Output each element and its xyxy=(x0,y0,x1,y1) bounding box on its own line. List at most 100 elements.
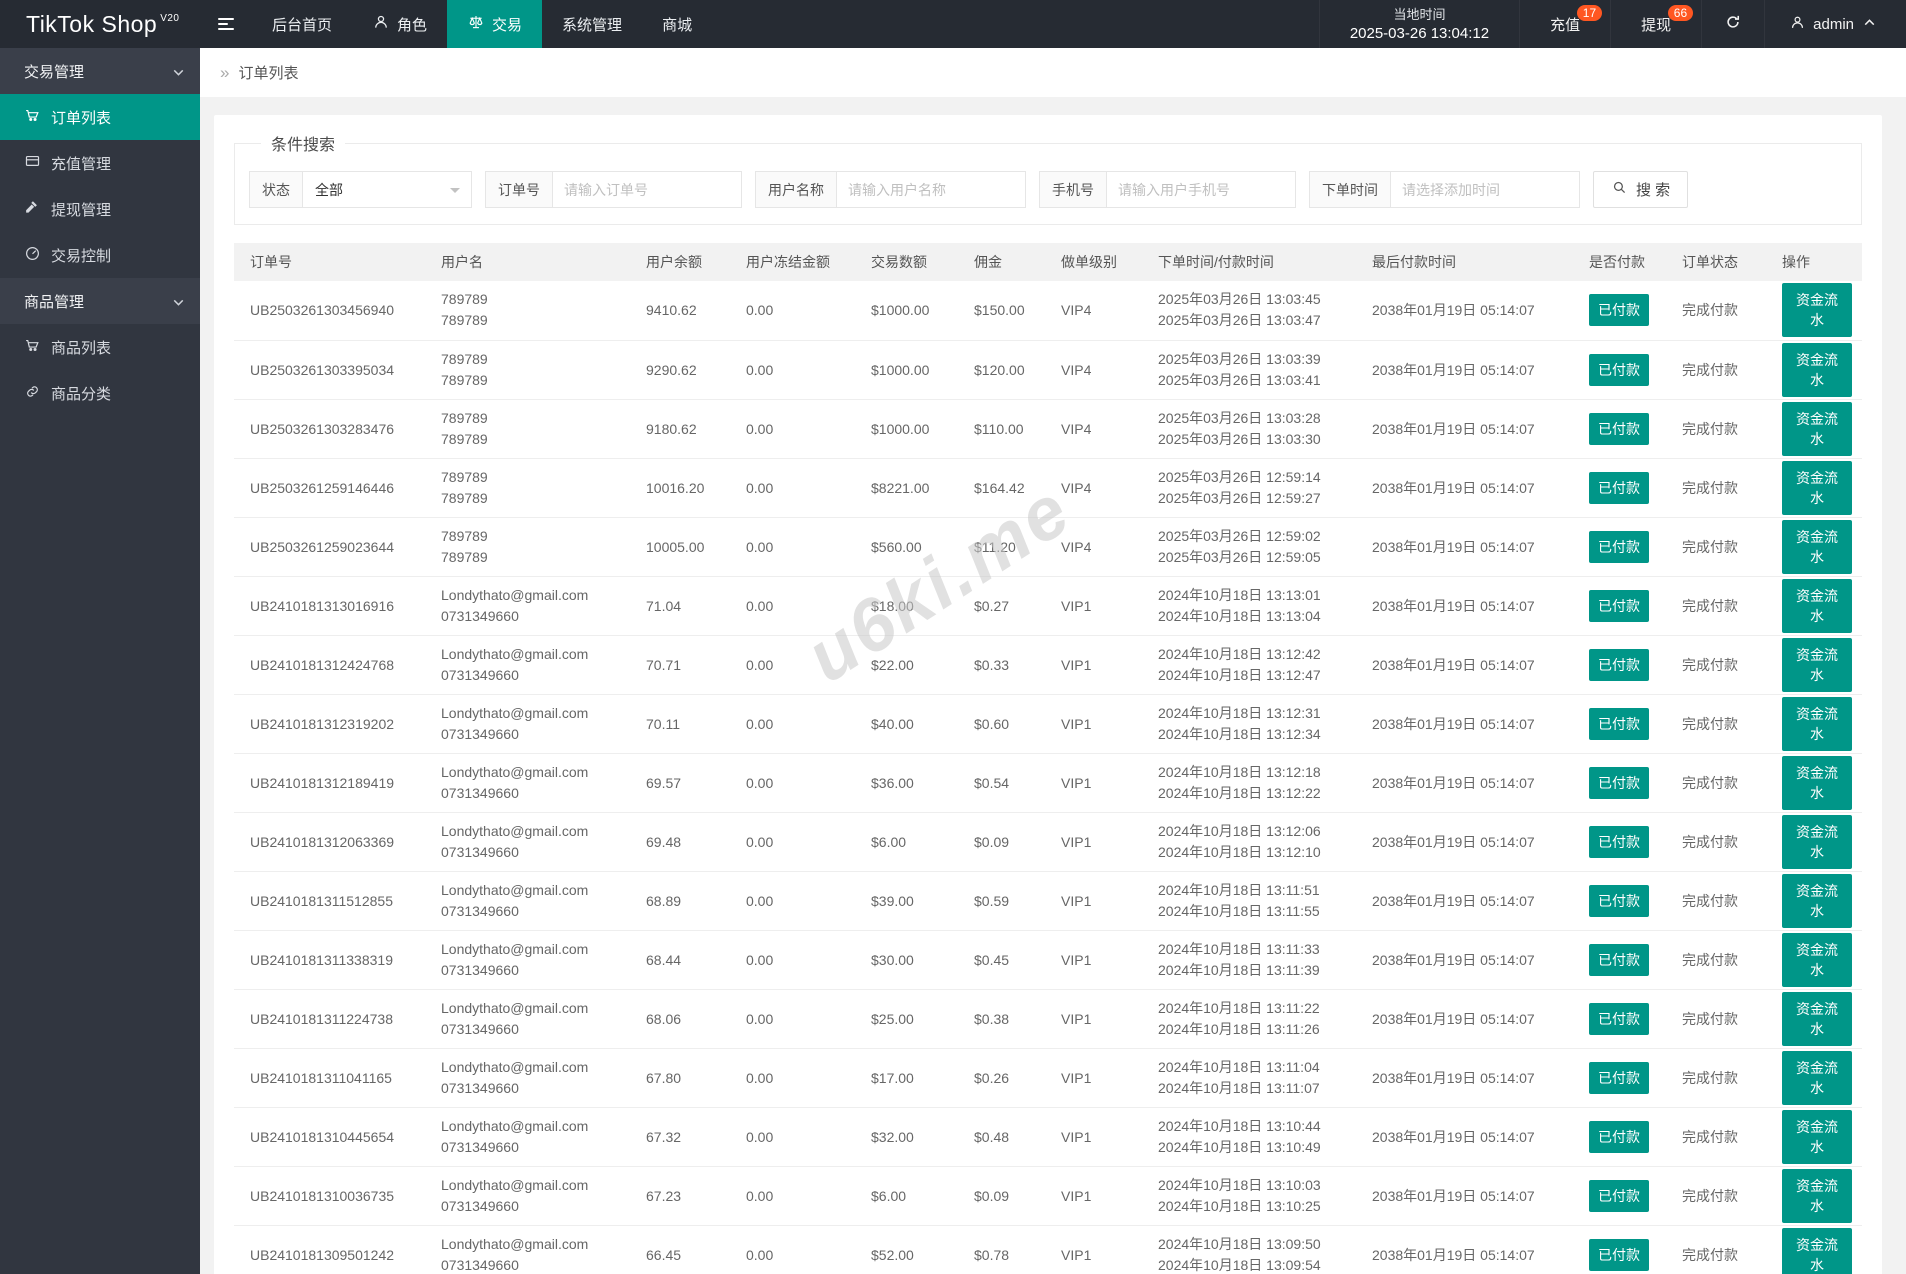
fund-flow-button[interactable]: 资金流水 xyxy=(1782,874,1852,928)
fund-flow-button[interactable]: 资金流水 xyxy=(1782,520,1852,574)
search-button[interactable]: 搜 索 xyxy=(1593,171,1688,208)
commission: $0.48 xyxy=(964,1107,1051,1166)
fund-flow-button[interactable]: 资金流水 xyxy=(1782,461,1852,515)
order-status: 完成付款 xyxy=(1672,458,1772,517)
vip-level: VIP4 xyxy=(1051,399,1148,458)
commission: $0.38 xyxy=(964,989,1051,1048)
user-menu[interactable]: admin xyxy=(1764,0,1906,48)
vip-level: VIP1 xyxy=(1051,871,1148,930)
recharge-button[interactable]: 充值 17 xyxy=(1519,0,1610,48)
gavel-icon xyxy=(24,199,41,220)
order-no: UB2503261259146446 xyxy=(234,458,431,517)
fund-flow-button[interactable]: 资金流水 xyxy=(1782,815,1852,869)
paid-badge: 已付款 xyxy=(1589,826,1649,858)
sidebar-group-trade-management[interactable]: 交易管理 xyxy=(0,48,200,94)
col-order-no: 订单号 xyxy=(234,243,431,281)
fund-flow-button[interactable]: 资金流水 xyxy=(1782,992,1852,1046)
order-no: UB2410181311512855 xyxy=(234,871,431,930)
user-frozen: 0.00 xyxy=(736,1225,861,1274)
col-level: 做单级别 xyxy=(1051,243,1148,281)
user-balance: 71.04 xyxy=(636,576,736,635)
order-no: UB2503261303395034 xyxy=(234,340,431,399)
vip-level: VIP1 xyxy=(1051,576,1148,635)
last-pay-time: 2038年01月19日 05:14:07 xyxy=(1362,1166,1579,1225)
fund-flow-button[interactable]: 资金流水 xyxy=(1782,1169,1852,1223)
fund-flow-button[interactable]: 资金流水 xyxy=(1782,1051,1852,1105)
fund-flow-button[interactable]: 资金流水 xyxy=(1782,343,1852,397)
recharge-count-badge: 17 xyxy=(1577,5,1602,21)
sidebar-item-product-list[interactable]: 商品列表 xyxy=(0,324,200,370)
commission: $0.59 xyxy=(964,871,1051,930)
user-name: Londythato@gmail.com0731349660 xyxy=(431,930,636,989)
sidebar-item-product-category[interactable]: 商品分类 xyxy=(0,370,200,416)
table-row: UB25032613032834767897897897899180.620.0… xyxy=(234,399,1862,458)
vip-level: VIP4 xyxy=(1051,281,1148,340)
refresh-button[interactable] xyxy=(1701,0,1764,48)
paid-badge: 已付款 xyxy=(1589,1062,1649,1094)
table-row: UB2410181310036735Londythato@gmail.com07… xyxy=(234,1166,1862,1225)
withdraw-button[interactable]: 提现 66 xyxy=(1610,0,1701,48)
sidebar-group-product-management[interactable]: 商品管理 xyxy=(0,278,200,324)
collapse-menu-icon[interactable] xyxy=(200,0,252,48)
fund-flow-button[interactable]: 资金流水 xyxy=(1782,402,1852,456)
sidebar-item-withdraw-management[interactable]: 提现管理 xyxy=(0,186,200,232)
fund-flow-button[interactable]: 资金流水 xyxy=(1782,933,1852,987)
last-pay-time: 2038年01月19日 05:14:07 xyxy=(1362,989,1579,1048)
paid-badge: 已付款 xyxy=(1589,590,1649,622)
vip-level: VIP1 xyxy=(1051,1166,1148,1225)
fund-flow-button[interactable]: 资金流水 xyxy=(1782,756,1852,810)
order-list-panel: 条件搜索 状态 全部 订单号 用户名称 xyxy=(214,115,1882,1274)
user-name: Londythato@gmail.com0731349660 xyxy=(431,694,636,753)
sidebar-item-recharge-management[interactable]: 充值管理 xyxy=(0,140,200,186)
order-time-input[interactable] xyxy=(1390,171,1580,208)
refresh-icon xyxy=(1724,13,1742,36)
phone-input[interactable] xyxy=(1106,171,1296,208)
nav-item-dashboard[interactable]: 后台首页 xyxy=(252,0,352,48)
table-row: UB2410181311224738Londythato@gmail.com07… xyxy=(234,989,1862,1048)
table-row: UB2410181311512855Londythato@gmail.com07… xyxy=(234,871,1862,930)
last-pay-time: 2038年01月19日 05:14:07 xyxy=(1362,281,1579,340)
order-no: UB2410181312189419 xyxy=(234,753,431,812)
fund-flow-button[interactable]: 资金流水 xyxy=(1782,638,1852,692)
status-select[interactable]: 全部 xyxy=(302,171,472,208)
user-balance: 70.11 xyxy=(636,694,736,753)
user-frozen: 0.00 xyxy=(736,517,861,576)
trade-amount: $32.00 xyxy=(861,1107,964,1166)
nav-item-mall[interactable]: 商城 xyxy=(642,0,712,48)
fund-flow-button[interactable]: 资金流水 xyxy=(1782,1110,1852,1164)
withdraw-count-badge: 66 xyxy=(1668,5,1693,21)
user-icon xyxy=(372,13,390,35)
trade-amount: $8221.00 xyxy=(861,458,964,517)
table-row: UB2410181310445654Londythato@gmail.com07… xyxy=(234,1107,1862,1166)
last-pay-time: 2038年01月19日 05:14:07 xyxy=(1362,694,1579,753)
order-no-filter: 订单号 xyxy=(485,171,742,208)
last-pay-time: 2038年01月19日 05:14:07 xyxy=(1362,871,1579,930)
order-no: UB2503261303283476 xyxy=(234,399,431,458)
user-name-input[interactable] xyxy=(836,171,1026,208)
commission: $0.09 xyxy=(964,812,1051,871)
user-balance: 70.71 xyxy=(636,635,736,694)
last-pay-time: 2038年01月19日 05:14:07 xyxy=(1362,517,1579,576)
nav-item-trade[interactable]: 交易 xyxy=(447,0,542,48)
order-no-input[interactable] xyxy=(552,171,742,208)
user-balance: 10016.20 xyxy=(636,458,736,517)
nav-item-roles[interactable]: 角色 xyxy=(352,0,447,48)
trade-amount: $36.00 xyxy=(861,753,964,812)
sidebar-item-trade-control[interactable]: 交易控制 xyxy=(0,232,200,278)
user-icon xyxy=(1789,14,1806,35)
trade-amount: $560.00 xyxy=(861,517,964,576)
fund-flow-button[interactable]: 资金流水 xyxy=(1782,283,1852,337)
commission: $0.45 xyxy=(964,930,1051,989)
cart-icon xyxy=(24,337,41,358)
fund-flow-button[interactable]: 资金流水 xyxy=(1782,579,1852,633)
order-no: UB2503261259023644 xyxy=(234,517,431,576)
sidebar-item-order-list[interactable]: 订单列表 xyxy=(0,94,200,140)
order-no: UB2503261303456940 xyxy=(234,281,431,340)
nav-item-system[interactable]: 系统管理 xyxy=(542,0,642,48)
fund-flow-button[interactable]: 资金流水 xyxy=(1782,1228,1852,1274)
search-fieldset: 条件搜索 状态 全部 订单号 用户名称 xyxy=(234,131,1862,225)
fund-flow-button[interactable]: 资金流水 xyxy=(1782,697,1852,751)
trade-amount: $30.00 xyxy=(861,930,964,989)
paid-badge: 已付款 xyxy=(1589,413,1649,445)
col-commission: 佣金 xyxy=(964,243,1051,281)
